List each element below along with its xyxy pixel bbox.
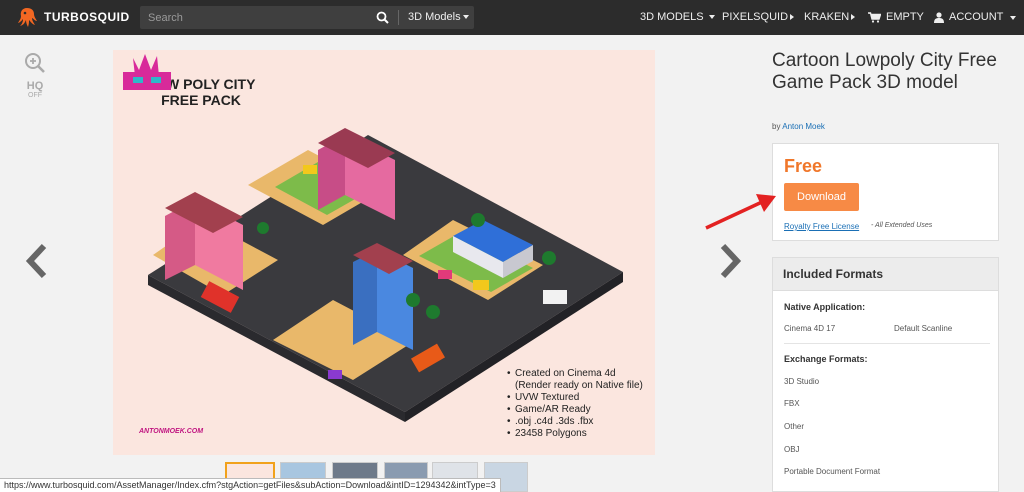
formats-divider [784, 343, 990, 344]
product-preview-image[interactable]: LOW POLY CITY FREE PACK Created on Cinem… [113, 50, 655, 455]
author-logo-text: ANTONMOEK.COM [139, 428, 204, 435]
author-link[interactable]: Anton Moek [782, 122, 825, 131]
nav-3d-models-label: 3D MODELS [640, 11, 704, 23]
native-application-label: Native Application: [784, 302, 866, 312]
author-logo-icon [123, 54, 171, 90]
format-item: Other [784, 422, 805, 431]
chevron-down-icon [462, 15, 469, 20]
byline-prefix: by [772, 122, 781, 131]
included-formats-panel: Included Formats Native Application: Cin… [772, 257, 999, 492]
price-panel: Free Download Royalty Free License - All… [772, 143, 999, 241]
license-link[interactable]: Royalty Free License [784, 222, 859, 231]
native-app-name: Cinema 4D 17 [784, 324, 836, 333]
native-renderer: Default Scanline [894, 324, 953, 333]
nav-pixelsquid[interactable]: PIXELSQUID [722, 0, 795, 35]
download-button[interactable]: Download [784, 183, 859, 211]
feature-item: UVW Textured [507, 392, 643, 404]
format-item: 3D Studio [784, 377, 820, 386]
category-label: 3D Models [408, 11, 461, 23]
search-divider [398, 10, 399, 25]
hq-toggle[interactable]: HQ OFF [24, 52, 46, 100]
top-navigation-bar: TURBOSQUID 3D Models 3D MODELS PIXELSQUI… [0, 0, 1024, 35]
exchange-formats-label: Exchange Formats: [784, 354, 868, 364]
search-icon[interactable] [376, 11, 389, 24]
feature-item: .obj .c4d .3ds .fbx [507, 416, 643, 428]
nav-account-label: ACCOUNT [949, 11, 1004, 23]
license-note: - All Extended Uses [871, 222, 933, 229]
user-icon [934, 12, 944, 23]
author-byline: by Anton Moek [772, 122, 825, 131]
format-item: Portable Document Format [784, 467, 881, 476]
cart-icon [868, 12, 881, 23]
product-title: Cartoon Lowpoly City Free Game Pack 3D m… [772, 50, 997, 93]
nav-cart[interactable]: EMPTY [868, 0, 924, 35]
hq-state: OFF [28, 92, 42, 99]
feature-item: Created on Cinema 4d [507, 368, 643, 380]
nav-cart-label: EMPTY [886, 11, 924, 23]
zoom-in-icon [25, 53, 45, 73]
formats-header: Included Formats [773, 258, 998, 291]
format-item: FBX [784, 399, 800, 408]
search-bar: 3D Models [140, 6, 474, 29]
format-item: OBJ [784, 445, 800, 454]
chevron-right-icon [851, 14, 856, 21]
chevron-down-icon [708, 15, 715, 20]
nav-account[interactable]: ACCOUNT [934, 0, 1017, 35]
price-label: Free [784, 156, 823, 176]
chevron-down-icon [1010, 15, 1017, 20]
squid-icon [18, 8, 37, 27]
browser-status-url: https://www.turbosquid.com/AssetManager/… [0, 478, 501, 492]
nav-pixelsquid-label: PIXELSQUID [722, 11, 789, 23]
brand-name: TURBOSQUID [44, 10, 130, 24]
category-dropdown[interactable]: 3D Models [408, 6, 469, 29]
nav-kraken[interactable]: KRAKEN [804, 0, 856, 35]
nav-kraken-label: KRAKEN [804, 11, 850, 23]
nav-3d-models[interactable]: 3D MODELS [640, 0, 715, 35]
hq-label: HQ [26, 80, 44, 92]
turbosquid-logo[interactable]: TURBOSQUID [16, 6, 130, 28]
annotation-arrow-icon [705, 194, 776, 230]
previous-image-arrow-icon[interactable] [24, 240, 50, 282]
chevron-right-icon [790, 14, 795, 21]
feature-item: Game/AR Ready [507, 404, 643, 416]
search-input[interactable] [140, 6, 395, 29]
feature-item: (Render ready on Native file) [515, 380, 643, 391]
next-image-arrow-icon[interactable] [717, 240, 743, 282]
pack-feature-list: Created on Cinema 4d (Render ready on Na… [507, 368, 643, 440]
feature-item: 23458 Polygons [507, 428, 643, 440]
